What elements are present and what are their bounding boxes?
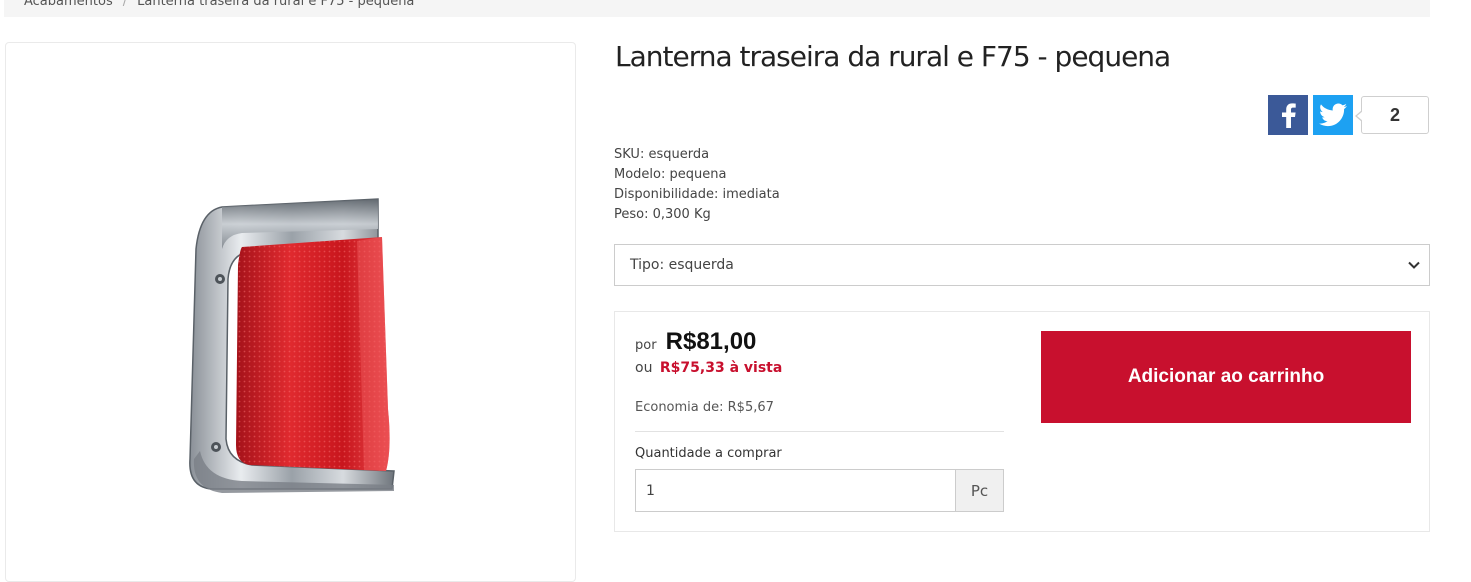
product-price: R$81,00	[665, 328, 757, 355]
product-image-panel	[5, 42, 576, 582]
cash-price: R$75,33 à vista	[659, 360, 783, 376]
social-share: 2	[1268, 95, 1429, 135]
product-modelo: Modelo: pequena	[614, 167, 727, 182]
product-sku: SKU: esquerda	[614, 147, 710, 162]
quantity-group: Pc	[635, 469, 1004, 512]
breadcrumb-separator: /	[122, 0, 128, 9]
product-peso: Peso: 0,300 Kg	[614, 207, 711, 222]
product-title: Lanterna traseira da rural e F75 - peque…	[615, 40, 1171, 73]
add-to-cart-button[interactable]: Adicionar ao carrinho	[1041, 331, 1411, 423]
twitter-share-button[interactable]	[1313, 95, 1353, 135]
product-disponibilidade: Disponibilidade: imediata	[614, 187, 780, 202]
cash-price-prefix: ou	[635, 360, 653, 376]
breadcrumb-item-acabamentos[interactable]: Acabamentos	[24, 0, 113, 9]
price-prefix: por	[635, 338, 657, 353]
buy-box: por R$81,00 ou R$75,33 à vista Economia …	[614, 311, 1430, 532]
price-line: por R$81,00	[635, 328, 756, 356]
product-image[interactable]	[182, 189, 412, 494]
quantity-input[interactable]	[635, 469, 955, 512]
cash-price-line: ou R$75,33 à vista	[635, 360, 782, 376]
chevron-down-icon	[1408, 261, 1420, 269]
product-meta: SKU: esquerda Modelo: pequena Disponibil…	[614, 145, 780, 225]
divider	[635, 431, 1004, 432]
facebook-share-button[interactable]	[1268, 95, 1308, 135]
quantity-label: Quantidade a comprar	[635, 446, 782, 461]
breadcrumb: Acabamentos / Lanterna traseira da rural e…	[4, 0, 1430, 17]
share-count: 2	[1355, 96, 1429, 134]
option-select-tipo[interactable]: Tipo: esquerda	[614, 244, 1430, 286]
quantity-unit: Pc	[955, 469, 1004, 512]
savings-text: Economia de: R$5,67	[635, 400, 774, 415]
option-select-value: Tipo: esquerda	[630, 257, 734, 273]
breadcrumb-item-current: Lanterna traseira da rural e F75 - peque…	[137, 0, 415, 9]
twitter-icon	[1319, 103, 1347, 127]
facebook-icon	[1282, 103, 1296, 128]
